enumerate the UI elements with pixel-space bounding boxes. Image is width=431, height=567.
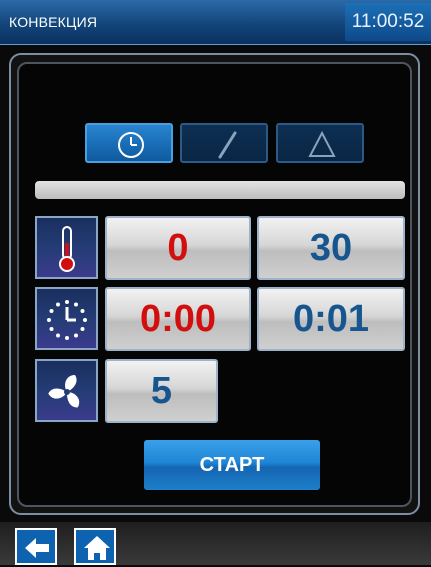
target-time-value[interactable]: 0:01 — [257, 287, 405, 351]
clock-display: 11:00:52 — [345, 3, 431, 41]
home-icon — [84, 536, 110, 560]
arrow-left-icon — [25, 538, 49, 558]
tab-timer-mode[interactable] — [85, 123, 173, 163]
start-button[interactable]: СТАРТ — [144, 440, 320, 490]
back-button[interactable] — [15, 528, 57, 565]
time-setting-button[interactable] — [35, 287, 98, 350]
thermometer-icon — [59, 226, 75, 272]
header-bar: КОНВЕКЦИЯ 11:00:52 — [0, 0, 431, 45]
target-temperature-value[interactable]: 30 — [257, 216, 405, 280]
current-temperature-value[interactable]: 0 — [105, 216, 251, 280]
elapsed-time-value[interactable]: 0:00 — [105, 287, 251, 351]
temperature-setting-button[interactable] — [35, 216, 98, 279]
fan-icon — [48, 375, 80, 408]
tab-delta-mode[interactable] — [276, 123, 364, 163]
bottom-bar — [0, 522, 431, 565]
clock-icon — [118, 132, 144, 158]
progress-bar — [35, 181, 405, 199]
fan-setting-button[interactable] — [35, 359, 98, 422]
timer-icon — [47, 300, 87, 340]
triangle-icon — [308, 130, 336, 157]
fan-speed-value[interactable]: 5 — [105, 359, 218, 423]
probe-icon — [218, 131, 237, 159]
mode-title: КОНВЕКЦИЯ — [9, 14, 98, 30]
home-button[interactable] — [74, 528, 116, 565]
tab-probe-mode[interactable] — [180, 123, 268, 163]
